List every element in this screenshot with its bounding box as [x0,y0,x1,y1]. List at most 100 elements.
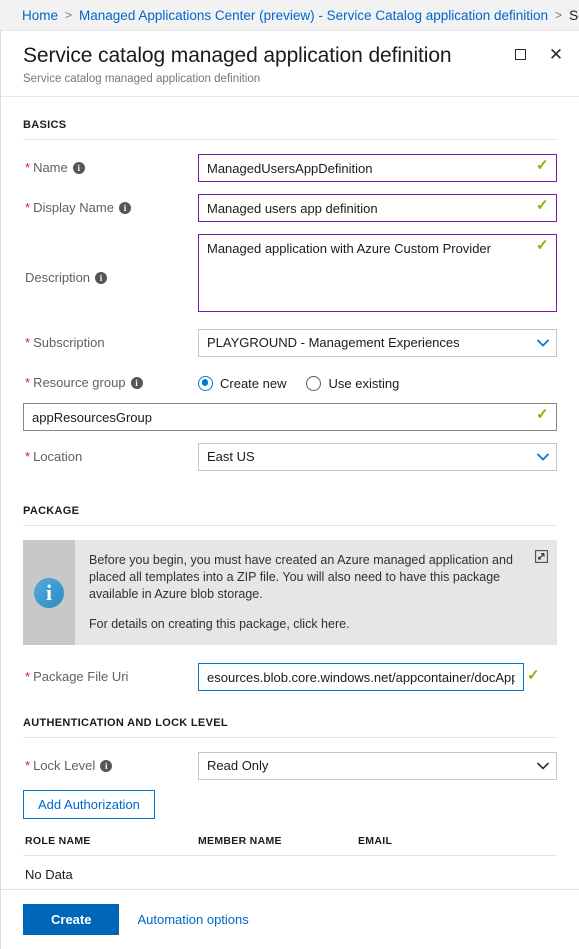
info-icon[interactable]: i [130,377,143,389]
label-text: Display Name [33,200,114,215]
automation-options-link[interactable]: Automation options [137,912,248,927]
package-file-uri-input[interactable] [198,663,524,691]
label-text: Location [33,449,83,464]
section-header-auth: AUTHENTICATION AND LOCK LEVEL [23,717,228,729]
location-value: East US [207,449,255,464]
blade-footer: Create Automation options [1,889,579,949]
column-header-role-name: ROLE NAME [23,835,198,856]
label-package-file-uri: * Package File Uri [23,663,198,691]
required-marker: * [25,335,31,350]
blade-panel: Service catalog managed application defi… [0,30,579,949]
required-marker: * [25,669,31,684]
breadcrumb: Home > Managed Applications Center (prev… [0,0,579,30]
info-icon[interactable]: i [118,202,131,214]
resource-group-name-input[interactable] [23,403,557,431]
subscription-select[interactable]: PLAYGROUND - Management Experiences [198,329,557,357]
field-row-resource-group: * Resource group i Create new Use existing [23,369,557,397]
location-select[interactable]: East US [198,443,557,471]
label-text: Description [25,270,91,285]
field-row-package-file-uri: *Package File Uri ✓ [23,663,557,691]
label-name: * Name i [23,154,198,182]
blade-body: BASICS *Namei ✓ *Display Namei [1,97,579,889]
section-header-package: PACKAGE [23,505,80,517]
valid-check-icon: ✓ [527,667,540,684]
section-divider [23,525,557,526]
label-lock-level: * Lock Level i [23,752,198,780]
required-marker: * [25,449,31,464]
name-input[interactable] [198,154,557,182]
maximize-icon[interactable] [511,45,529,63]
table-row: No Data [23,855,557,889]
section-divider [23,139,557,140]
section-divider [23,737,557,738]
valid-check-icon: ✓ [536,237,549,254]
add-authorization-button[interactable]: Add Authorization [23,790,155,819]
azure-portal-blade: Home > Managed Applications Center (prev… [0,0,579,949]
resource-group-radio-group: Create new Use existing [198,369,557,397]
info-icon[interactable]: i [95,272,108,284]
control-lock-level: Read Only [198,752,557,780]
lock-level-value: Read Only [207,758,269,773]
required-marker: * [25,758,31,773]
column-header-member-name: MEMBER NAME [198,835,358,856]
valid-check-icon: ✓ [536,197,549,214]
label-text: Package File Uri [33,669,129,684]
breadcrumb-item-home[interactable]: Home [22,8,58,23]
lock-level-select[interactable]: Read Only [198,752,557,780]
radio-use-existing[interactable]: Use existing [306,375,399,391]
close-icon[interactable]: ✕ [547,45,565,63]
radio-label-create-new: Create new [220,375,287,391]
control-package-file-uri: ✓ [198,663,540,691]
breadcrumb-item-managed-applications-center[interactable]: Managed Applications Center (preview) - … [79,8,548,23]
table-empty-cell: No Data [23,855,557,889]
valid-check-icon: ✓ [536,157,549,174]
column-header-email: EMAIL [358,835,557,856]
valid-check-icon: ✓ [536,406,549,423]
radio-create-new[interactable]: Create new [198,375,287,391]
page-subtitle: Service catalog managed application defi… [23,73,261,85]
required-marker: * [25,160,31,175]
control-resource-group-mode: Create new Use existing [198,369,557,397]
info-icon: i [34,577,64,608]
external-link-icon[interactable] [535,550,548,563]
subscription-value: PLAYGROUND - Management Experiences [207,335,460,350]
label-text: Resource group [33,375,126,390]
field-row-resource-group-name: ✓ [23,403,557,431]
required-marker: * [25,200,31,215]
radio-dot-icon [306,375,322,391]
label-text: Subscription [33,335,105,350]
info-banner-strip: i [23,540,75,645]
control-subscription: PLAYGROUND - Management Experiences [198,329,557,357]
required-marker: * [25,375,31,390]
control-location: East US [198,443,557,471]
radio-dot-icon [198,375,213,391]
info-icon[interactable]: i [100,760,113,772]
section-header-basics: BASICS [23,119,67,131]
description-textarea[interactable] [198,234,557,312]
field-row-location: * Location East US [23,443,557,471]
authorization-table: ROLE NAME MEMBER NAME EMAIL No Data [23,835,557,889]
field-row-lock-level: * Lock Level i Read Only [23,752,557,780]
label-location: * Location [23,443,198,471]
control-display-name: ✓ [198,194,557,222]
label-resource-group: * Resource group i [23,369,198,397]
field-row-description: Description i ✓ [23,234,557,317]
info-icon[interactable]: i [72,162,85,174]
label-text: Name [33,160,68,175]
field-row-display-name: *Display Name i ✓ [23,194,557,222]
table-header-row: ROLE NAME MEMBER NAME EMAIL [23,835,557,856]
blade-header: Service catalog managed application defi… [1,31,579,97]
info-banner: i Before you begin, you must have create… [23,540,557,645]
info-paragraph-2: For details on creating this package, cl… [89,617,350,631]
window-controls: ✕ [511,45,565,63]
label-display-name: * Display Name i [23,194,198,222]
label-description: Description i [23,234,198,292]
display-name-input[interactable] [198,194,557,222]
control-name: ✓ [198,154,557,182]
label-subscription: * Subscription [23,329,198,357]
breadcrumb-item-current[interactable]: Serv [569,8,579,23]
create-button[interactable]: Create [23,904,120,935]
page-title: Service catalog managed application defi… [23,44,452,67]
info-banner-text: Before you begin, you must have created … [75,540,557,645]
info-paragraph-1: Before you begin, you must have created … [89,553,513,601]
